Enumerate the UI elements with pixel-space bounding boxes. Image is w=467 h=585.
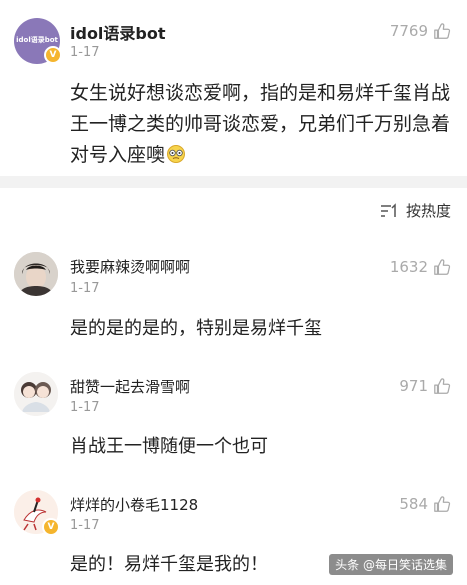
sort-icon — [380, 202, 396, 217]
thumb-up-icon — [434, 259, 451, 275]
comment-username[interactable]: 我要麻辣烫啊啊啊 — [70, 256, 190, 277]
comment-like-count: 1632 — [389, 258, 428, 276]
comment-like-button[interactable]: 1632 — [390, 258, 451, 276]
comment-date: 1-17 — [70, 281, 100, 296]
original-post: idol语录bot V idol语录bot 1-17 7769 女生说好想谈恋爱… — [0, 0, 467, 176]
comment-date: 1-17 — [70, 518, 100, 533]
avatar-logo-text: idol语录bot — [16, 36, 58, 44]
comment-date: 1-17 — [70, 400, 100, 415]
thumb-up-icon — [434, 23, 451, 39]
thumb-up-icon — [434, 378, 451, 394]
thumb-up-icon — [434, 496, 451, 512]
sort-label: 按热度 — [405, 202, 451, 220]
sweat-face-emoji-icon — [167, 145, 186, 163]
comment-text: 是的是的是的，特别是易烊千玺 — [70, 318, 322, 339]
comment-avatar[interactable] — [14, 252, 58, 296]
comment-like-button[interactable]: 971 — [399, 377, 451, 395]
verified-badge: V — [42, 518, 60, 536]
sort-by-hot-button[interactable]: 按热度 — [380, 200, 451, 221]
post-username[interactable]: idol语录bot — [70, 20, 166, 44]
section-divider — [0, 176, 467, 188]
comment-text: 是的！易烊千玺是我的！ — [70, 554, 268, 575]
comment-username[interactable]: 烊烊的小卷毛1128 — [70, 494, 198, 515]
post-text: 女生说好想谈恋爱啊，指的是和易烊千玺肖战王一博之类的帅哥谈恋爱，兄弟们千万别急着… — [70, 78, 450, 171]
comment-text: 肖战王一博随便一个也可 — [70, 436, 268, 457]
comment-avatar[interactable] — [14, 372, 58, 416]
post-date: 1-17 — [70, 45, 100, 60]
post-like-count: 7769 — [389, 22, 428, 40]
comment-like-button[interactable]: 584 — [399, 495, 451, 513]
person-photo — [14, 252, 58, 296]
source-watermark: 头条 @每日笑话选集 — [329, 554, 453, 575]
post-like-button[interactable]: 7769 — [390, 22, 451, 40]
comment-username[interactable]: 甜赞一起去滑雪啊 — [70, 376, 190, 397]
cartoon-couple-image — [14, 372, 58, 416]
verified-badge: V — [44, 46, 62, 64]
comment-like-count: 971 — [399, 377, 428, 395]
post-text-content: 女生说好想谈恋爱啊，指的是和易烊千玺肖战王一博之类的帅哥谈恋爱，兄弟们千万别急着… — [70, 82, 451, 166]
comment-like-count: 584 — [399, 495, 428, 513]
